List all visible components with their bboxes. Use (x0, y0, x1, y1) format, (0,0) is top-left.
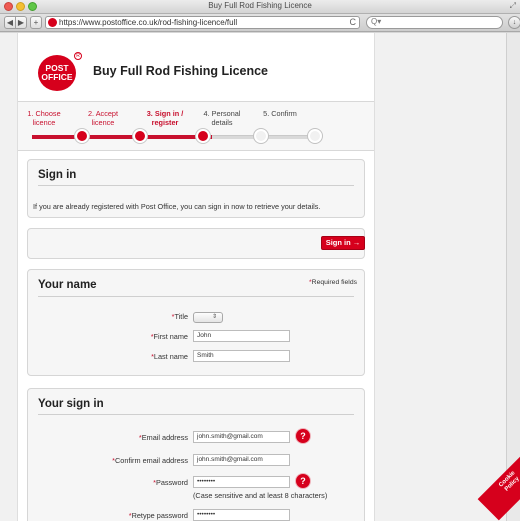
sign-in-heading: Sign in (38, 169, 77, 181)
sign-in-text: If you are already registered with Post … (33, 202, 321, 211)
title-select[interactable]: ⇕ (193, 312, 223, 323)
step-2-line-2: licence (91, 118, 115, 127)
retype-password-input[interactable]: •••••••• (193, 509, 290, 521)
fullscreen-icon[interactable]: ⤢ (510, 1, 516, 11)
address-bar[interactable]: https://www.postoffice.co.uk/rod-fishing… (45, 16, 360, 29)
your-name-divider (38, 296, 354, 297)
retype-password-label-text: Retype password (131, 511, 188, 520)
title-bar: Buy Full Rod Fishing Licence ⤢ (0, 0, 520, 14)
confirm-email-label: *Confirm email address (112, 456, 188, 465)
first-name-input[interactable]: John (193, 330, 290, 342)
last-name-label-text: Last name (153, 352, 188, 361)
password-label: *Password (153, 478, 188, 487)
step-4-line-1: 4. Personal (203, 109, 241, 118)
page-viewport: POST OFFICE R Buy Full Rod Fishing Licen… (0, 33, 520, 521)
confirm-email-input[interactable]: john.smith@gmail.com (193, 454, 290, 466)
last-name-label: *Last name (151, 352, 188, 361)
email-help-icon[interactable]: ? (296, 429, 310, 443)
search-field[interactable]: Q▾ (366, 16, 503, 29)
your-sign-in-panel: Your sign in *Email address john.smith@g… (27, 388, 365, 521)
required-fields-text: Required fields (311, 279, 357, 286)
page-title: Buy Full Rod Fishing Licence (93, 64, 269, 78)
first-name-label-text: First name (153, 332, 188, 341)
confirm-email-label-text: Confirm email address (115, 456, 188, 465)
logo-line-2: OFFICE (41, 72, 73, 82)
step-2-label[interactable]: 2. Accept licence (73, 109, 133, 127)
sign-in-divider (38, 185, 354, 186)
required-fields-note: *Required fields (309, 279, 357, 286)
step-4-dot (254, 129, 268, 143)
password-input[interactable]: •••••••• (193, 476, 290, 488)
step-3-dot (196, 129, 210, 143)
step-5-label: 5. Confirm (250, 109, 310, 118)
browser-toolbar: ◀ ▶ + https://www.postoffice.co.uk/rod-f… (0, 14, 520, 32)
password-hint: (Case sensitive and at least 8 character… (193, 491, 328, 500)
email-label-text: Email address (141, 433, 188, 442)
step-5-line-1: 5. Confirm (263, 109, 297, 118)
last-name-input[interactable]: Smith (193, 350, 290, 362)
sign-in-action-panel: Sign in → (27, 228, 365, 259)
step-4-label: 4. Personal details (192, 109, 252, 127)
step-3-line-1: 3. Sign in / (146, 109, 184, 118)
step-5-dot (308, 129, 322, 143)
your-sign-in-divider (38, 414, 354, 415)
progress-track-complete (32, 135, 212, 139)
site-favicon-icon (48, 18, 57, 27)
reload-icon[interactable]: C (350, 17, 357, 27)
step-2-line-1: 2. Accept (87, 109, 119, 118)
step-1-line-1: 1. Choose (27, 109, 61, 118)
retype-password-label: *Retype password (128, 511, 188, 520)
page-scrollbar[interactable] (506, 33, 520, 521)
step-1-dot (75, 129, 89, 143)
your-name-heading: Your name (38, 279, 97, 291)
post-office-logo[interactable]: POST OFFICE (38, 55, 76, 91)
step-3-line-2: register (151, 118, 179, 127)
step-4-line-2: details (211, 118, 233, 127)
url-text: https://www.postoffice.co.uk/rod-fishing… (59, 18, 238, 27)
your-sign-in-heading: Your sign in (38, 398, 104, 410)
sign-in-button[interactable]: Sign in → (321, 236, 365, 250)
search-icon: Q▾ (371, 17, 382, 26)
step-1-label[interactable]: 1. Choose licence (14, 109, 74, 127)
password-label-text: Password (155, 478, 188, 487)
step-2-dot (133, 129, 147, 143)
email-label: *Email address (138, 433, 188, 442)
window-title: Buy Full Rod Fishing Licence (208, 1, 312, 10)
sign-in-panel: Sign in If you are already registered wi… (27, 159, 365, 218)
password-help-icon[interactable]: ? (296, 474, 310, 488)
step-3-label: 3. Sign in / register (135, 109, 195, 127)
page-header: POST OFFICE R Buy Full Rod Fishing Licen… (18, 33, 374, 101)
step-1-line-2: licence (32, 118, 56, 127)
title-label: *Title (171, 312, 188, 321)
registered-mark-icon: R (74, 52, 82, 60)
forward-button[interactable]: ▶ (15, 16, 27, 29)
browser-window: Buy Full Rod Fishing Licence ⤢ ◀ ▶ + htt… (0, 0, 520, 521)
downloads-icon[interactable]: ↓ (508, 16, 520, 29)
title-label-text: Title (174, 312, 188, 321)
email-input[interactable]: john.smith@gmail.com (193, 431, 290, 443)
your-name-panel: Your name *Required fields *Title ⇕ *Fir… (27, 269, 365, 376)
new-tab-button[interactable]: + (30, 16, 42, 29)
first-name-label: *First name (150, 332, 188, 341)
page-content: POST OFFICE R Buy Full Rod Fishing Licen… (17, 33, 375, 521)
progress-steps: 1. Choose licence 2. Accept licence 3. S… (18, 101, 374, 151)
